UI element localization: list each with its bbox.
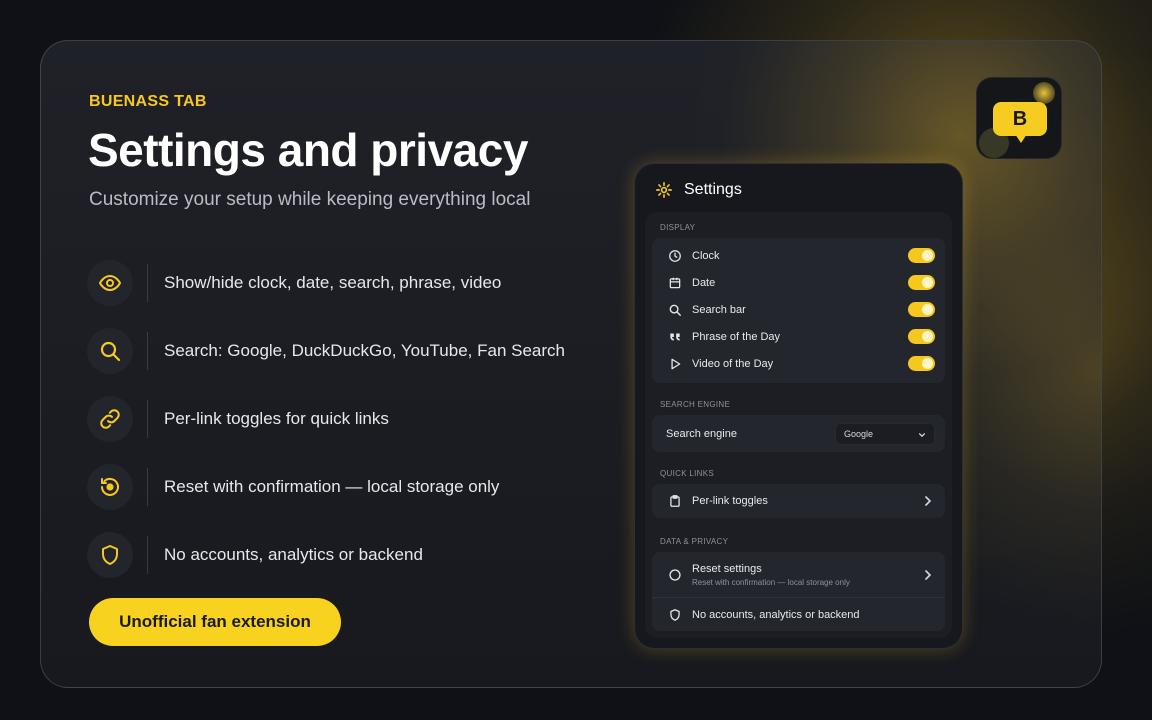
play-icon — [668, 357, 682, 371]
display-row-phrase[interactable]: Phrase of the Day — [652, 323, 945, 350]
section-label-display: DISPLAY — [660, 223, 696, 232]
feature-text: Show/hide clock, date, search, phrase, v… — [164, 273, 502, 292]
reset-settings-row[interactable]: Reset settings Reset with confirmation —… — [652, 552, 945, 597]
row-label: Video of the Day — [692, 357, 774, 370]
display-row-date[interactable]: Date — [652, 269, 945, 296]
row-label: Date — [692, 276, 716, 289]
per-link-toggles-row[interactable]: Per-link toggles — [652, 484, 945, 518]
circle-icon — [668, 568, 682, 582]
gear-icon — [656, 182, 672, 198]
reset-text-block: Reset settings Reset with confirmation —… — [692, 563, 850, 587]
feature-separator — [147, 536, 148, 574]
feature-separator — [147, 468, 148, 506]
feature-item-search: Search: Google, DuckDuckGo, YouTube, Fan… — [87, 317, 607, 385]
display-row-video[interactable]: Video of the Day — [652, 350, 945, 377]
page-title: Settings and privacy — [88, 124, 528, 176]
feature-separator — [147, 332, 148, 370]
clipboard-icon — [668, 494, 682, 508]
promo-card: BUENASS TAB Settings and privacy Customi… — [40, 40, 1102, 688]
search-icon — [668, 303, 682, 317]
app-logo: B — [976, 77, 1062, 159]
display-group: Clock Date Search bar Phrase of the Day — [652, 238, 945, 383]
phrase-toggle[interactable] — [908, 329, 935, 344]
reset-icon — [87, 464, 133, 510]
quick-links-group: Per-link toggles — [652, 484, 945, 518]
shield-icon — [668, 608, 682, 622]
date-toggle[interactable] — [908, 275, 935, 290]
logo-bubble: B — [993, 102, 1047, 136]
search-icon — [87, 328, 133, 374]
search-engine-select[interactable]: Google — [835, 423, 935, 445]
link-icon — [87, 396, 133, 442]
chevron-down-icon — [918, 433, 926, 438]
brand-eyebrow: BUENASS TAB — [89, 93, 207, 110]
section-label-search-engine: SEARCH ENGINE — [660, 400, 731, 409]
logo-bubble-tail — [1015, 134, 1027, 143]
fan-extension-button[interactable]: Unofficial fan extension — [89, 598, 341, 646]
settings-body: DISPLAY Clock Date Search bar Phrase of … — [645, 212, 952, 638]
chevron-right-icon — [925, 496, 932, 506]
display-row-clock[interactable]: Clock — [652, 242, 945, 269]
section-label-quick-links: QUICK LINKS — [660, 469, 714, 478]
video-toggle[interactable] — [908, 356, 935, 371]
logo-decoration — [1033, 82, 1055, 104]
data-privacy-group: Reset settings Reset with confirmation —… — [652, 552, 945, 631]
feature-item-privacy: No accounts, analytics or backend — [87, 521, 607, 589]
calendar-icon — [668, 276, 682, 290]
row-label: Phrase of the Day — [692, 330, 781, 343]
feature-list: Show/hide clock, date, search, phrase, v… — [87, 249, 607, 589]
display-row-search-bar[interactable]: Search bar — [652, 296, 945, 323]
clock-toggle[interactable] — [908, 248, 935, 263]
feature-text: Per-link toggles for quick links — [164, 409, 389, 428]
search-engine-group: Search engine Google — [652, 415, 945, 452]
feature-text: Search: Google, DuckDuckGo, YouTube, Fan… — [164, 341, 565, 360]
row-label: Per-link toggles — [692, 495, 768, 507]
settings-panel: Settings DISPLAY Clock Date Search bar P… — [634, 163, 963, 649]
clock-icon — [668, 249, 682, 263]
shield-icon — [87, 532, 133, 578]
privacy-row: No accounts, analytics or backend — [652, 598, 945, 631]
row-sublabel: Reset with confirmation — local storage … — [692, 577, 850, 587]
feature-text: Reset with confirmation — local storage … — [164, 477, 500, 496]
feature-item-visibility: Show/hide clock, date, search, phrase, v… — [87, 249, 607, 317]
search-bar-toggle[interactable] — [908, 302, 935, 317]
feature-item-reset: Reset with confirmation — local storage … — [87, 453, 607, 521]
row-label: Reset settings — [692, 562, 762, 575]
page-subtitle: Customize your setup while keeping every… — [89, 189, 531, 210]
section-label-data-privacy: DATA & PRIVACY — [660, 537, 729, 546]
search-engine-row: Search engine Google — [652, 415, 945, 452]
settings-title: Settings — [684, 181, 742, 198]
row-label: Search engine — [666, 427, 737, 440]
feature-text: No accounts, analytics or backend — [164, 545, 423, 564]
settings-header: Settings — [655, 180, 742, 200]
chevron-right-icon — [925, 569, 932, 580]
quote-icon — [668, 330, 682, 344]
feature-separator — [147, 400, 148, 438]
select-value: Google — [844, 429, 874, 439]
feature-separator — [147, 264, 148, 302]
row-label: No accounts, analytics or backend — [692, 608, 860, 621]
row-label: Clock — [692, 249, 720, 262]
eye-icon — [87, 260, 133, 306]
row-label: Search bar — [692, 303, 746, 316]
feature-item-links: Per-link toggles for quick links — [87, 385, 607, 453]
